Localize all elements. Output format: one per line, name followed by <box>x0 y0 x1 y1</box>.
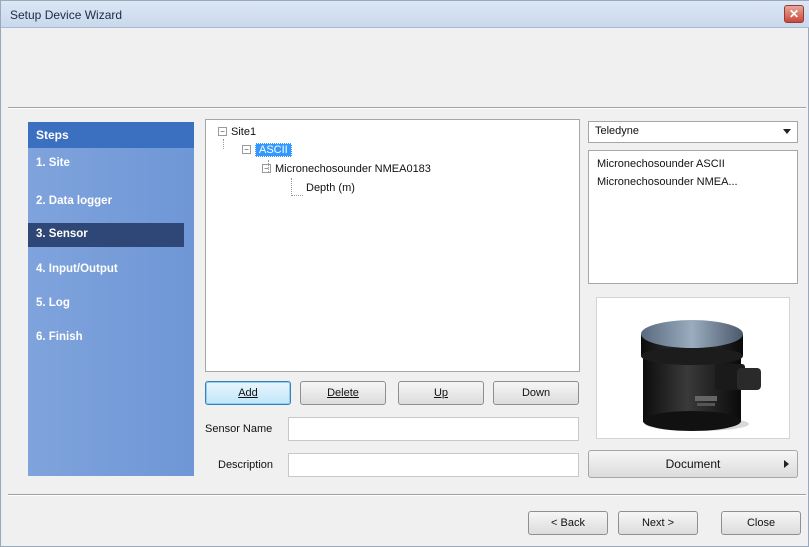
add-button[interactable]: Add <box>205 381 291 405</box>
footer-divider <box>8 494 806 496</box>
header-banner <box>8 29 806 108</box>
tree-connector <box>223 139 224 149</box>
down-button[interactable]: Down <box>493 381 579 405</box>
title-bar: Setup Device Wizard ✕ <box>1 1 809 28</box>
chevron-down-icon[interactable] <box>783 129 791 134</box>
down-button-label: Down <box>521 387 551 399</box>
chevron-right-icon <box>784 460 789 468</box>
sensor-image <box>596 297 790 439</box>
step-finish[interactable]: 6. Finish <box>28 326 194 350</box>
steps-header: Steps <box>28 122 194 148</box>
sensor-name-label: Sensor Name <box>205 423 273 435</box>
manufacturer-selected: Teledyne <box>595 125 640 137</box>
back-button[interactable]: < Back <box>528 511 608 535</box>
sensor-name-field[interactable] <box>288 417 579 441</box>
delete-button[interactable]: Delete <box>300 381 386 405</box>
up-button-label: Up <box>433 387 449 399</box>
tree-node-interface[interactable]: − ASCII <box>242 143 292 157</box>
steps-panel: Steps 1. Site 2. Data logger 3. Sensor 4… <box>28 122 194 476</box>
description-label: Description <box>218 459 274 471</box>
next-button[interactable]: Next > <box>618 511 698 535</box>
sensor-model-list[interactable]: Micronechosounder ASCII Micronechosounde… <box>588 150 798 284</box>
tree-node-label: Micronechosounder NMEA0183 <box>275 163 431 175</box>
tree-connector <box>291 178 292 196</box>
echosounder-sensor-icon <box>641 320 761 431</box>
tree-node-sensor[interactable]: − Micronechosounder NMEA0183 <box>262 163 431 175</box>
delete-button-label: Delete <box>327 387 359 399</box>
step-sensor[interactable]: 3. Sensor <box>28 223 184 247</box>
collapse-icon[interactable]: − <box>218 127 227 136</box>
collapse-icon[interactable]: − <box>262 164 271 173</box>
list-item[interactable]: Micronechosounder NMEA... <box>597 173 797 191</box>
step-log[interactable]: 5. Log <box>28 292 194 316</box>
tree-node-channel[interactable]: Depth (m) <box>306 182 355 194</box>
document-button[interactable]: Document <box>588 450 798 478</box>
step-data-logger[interactable]: 2. Data logger <box>28 190 194 214</box>
tree-node-label: Depth (m) <box>306 182 355 194</box>
document-button-label: Document <box>665 457 721 471</box>
description-field[interactable] <box>288 453 579 477</box>
tree-connector <box>291 195 303 196</box>
tree-node-label-selected: ASCII <box>255 143 292 157</box>
up-button[interactable]: Up <box>398 381 484 405</box>
tree-node-site[interactable]: − Site1 <box>218 126 256 138</box>
add-button-label: Add <box>238 387 258 399</box>
tree-node-label: Site1 <box>231 126 257 138</box>
sensor-tree[interactable]: − Site1 − ASCII − Micronechosounder NMEA018… <box>205 119 580 372</box>
step-input-output[interactable]: 4. Input/Output <box>28 258 194 282</box>
close-button[interactable]: Close <box>721 511 801 535</box>
window-title: Setup Device Wizard <box>10 8 123 22</box>
manufacturer-dropdown[interactable]: Teledyne <box>588 121 798 143</box>
close-window-button[interactable]: ✕ <box>784 5 804 23</box>
collapse-icon[interactable]: − <box>242 145 251 154</box>
step-site[interactable]: 1. Site <box>28 152 194 176</box>
wizard-window: Setup Device Wizard ✕ Steps 1. Site 2. D… <box>0 0 809 547</box>
header-divider <box>8 107 806 109</box>
list-item[interactable]: Micronechosounder ASCII <box>597 155 797 173</box>
